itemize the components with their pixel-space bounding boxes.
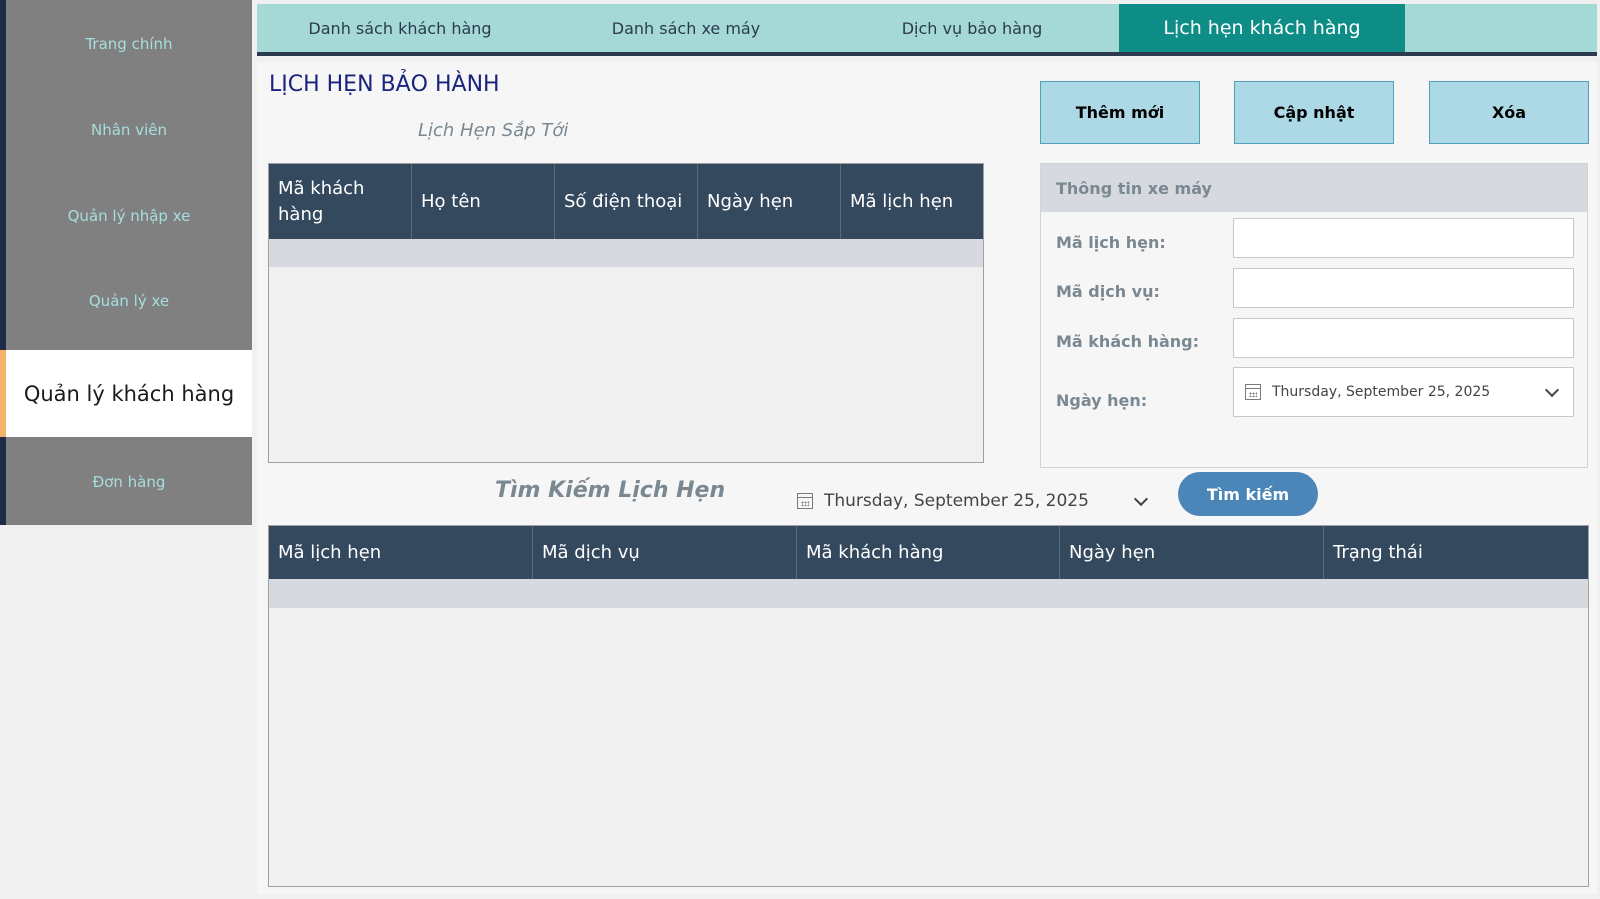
sidebar-item-quan-ly-xe[interactable]: Quản lý xe: [6, 257, 252, 344]
column-header[interactable]: Ngày hẹn: [1060, 526, 1324, 579]
appointment-id-label: Mã lịch hẹn:: [1056, 233, 1166, 252]
calendar-icon: [797, 493, 813, 509]
tab-danh-sach-xe-may[interactable]: Danh sách xe máy: [543, 4, 829, 52]
column-header[interactable]: Mã khách hàng: [269, 164, 412, 239]
search-date-value: Thursday, September 25, 2025: [824, 491, 1089, 511]
column-header[interactable]: Mã khách hàng: [797, 526, 1060, 579]
delete-button[interactable]: Xóa: [1429, 81, 1589, 144]
table-row[interactable]: [269, 579, 1588, 608]
sidebar-item-quan-ly-nhap-xe[interactable]: Quản lý nhập xe: [6, 172, 252, 259]
sidebar-item-trang-chinh[interactable]: Trang chính: [6, 0, 252, 87]
page-title: LỊCH HẸN BẢO HÀNH: [269, 72, 500, 97]
tab-lich-hen-khach-hang[interactable]: Lịch hẹn khách hàng: [1119, 4, 1405, 52]
customer-id-label: Mã khách hàng:: [1056, 332, 1199, 351]
appointment-date-label: Ngày hẹn:: [1056, 391, 1148, 410]
column-header[interactable]: Mã dịch vụ: [533, 526, 797, 579]
customer-id-input[interactable]: [1233, 318, 1574, 358]
calendar-icon: [1245, 384, 1261, 400]
column-header[interactable]: Mã lịch hẹn: [841, 164, 983, 239]
sidebar-item-don-hang[interactable]: Đơn hàng: [6, 438, 252, 525]
tab-danh-sach-khach-hang[interactable]: Danh sách khách hàng: [257, 4, 543, 52]
column-header[interactable]: Số điện thoại: [555, 164, 698, 239]
upcoming-subtitle: Lịch Hẹn Sắp Tới: [418, 120, 569, 141]
chevron-down-icon[interactable]: [1133, 491, 1149, 506]
appointment-id-input[interactable]: [1233, 218, 1574, 258]
search-date-picker[interactable]: Thursday, September 25, 2025: [786, 483, 1162, 519]
search-title: Tìm Kiếm Lịch Hẹn: [495, 478, 726, 503]
sidebar-item-nhan-vien[interactable]: Nhân viên: [6, 86, 252, 173]
sidebar: Trang chính Nhân viên Quản lý nhập xe Qu…: [0, 0, 252, 525]
appointment-date-value: Thursday, September 25, 2025: [1272, 384, 1491, 400]
info-panel-header: Thông tin xe máy: [1041, 164, 1587, 212]
update-button[interactable]: Cập nhật: [1234, 81, 1394, 144]
service-id-label: Mã dịch vụ:: [1056, 282, 1160, 301]
service-id-input[interactable]: [1233, 268, 1574, 308]
grid-header: Mã lịch hẹn Mã dịch vụ Mã khách hàng Ngà…: [269, 526, 1588, 579]
grid-header: Mã khách hàng Họ tên Số điện thoại Ngày …: [269, 164, 983, 239]
column-header[interactable]: Trạng thái: [1324, 526, 1588, 579]
sidebar-item-quan-ly-khach-hang[interactable]: Quản lý khách hàng: [0, 350, 252, 437]
appointments-results-grid[interactable]: Mã lịch hẹn Mã dịch vụ Mã khách hàng Ngà…: [268, 525, 1589, 887]
add-button[interactable]: Thêm mới: [1040, 81, 1200, 144]
upcoming-appointments-grid[interactable]: Mã khách hàng Họ tên Số điện thoại Ngày …: [268, 163, 984, 463]
chevron-down-icon[interactable]: [1544, 382, 1560, 397]
appointment-date-picker[interactable]: Thursday, September 25, 2025: [1233, 367, 1574, 417]
tab-dich-vu-bao-hang[interactable]: Dịch vụ bảo hàng: [829, 4, 1115, 52]
search-button[interactable]: Tìm kiếm: [1178, 472, 1318, 516]
table-row[interactable]: [269, 239, 983, 267]
column-header[interactable]: Họ tên: [412, 164, 555, 239]
motorbike-info-panel: Thông tin xe máy Mã lịch hẹn: Mã dịch vụ…: [1040, 163, 1588, 468]
column-header[interactable]: Mã lịch hẹn: [269, 526, 533, 579]
tab-bar: Danh sách khách hàng Danh sách xe máy Dị…: [257, 4, 1597, 56]
column-header[interactable]: Ngày hẹn: [698, 164, 841, 239]
